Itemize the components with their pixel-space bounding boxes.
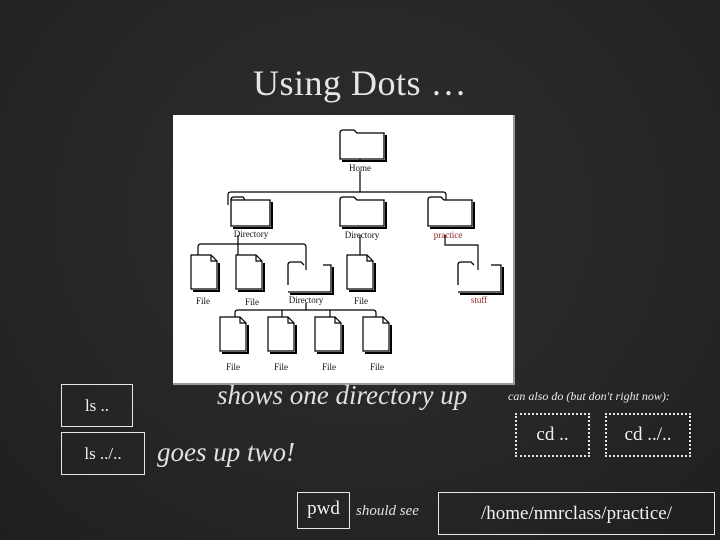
- command-text: ls ../..: [84, 443, 122, 463]
- node-file-label: File: [273, 362, 289, 372]
- node-file-label: File: [225, 362, 241, 372]
- command-text: ls ..: [84, 395, 110, 415]
- directory-tree-diagram: Home Directory Directory practice File F…: [173, 115, 515, 385]
- node-file-label: File: [369, 362, 385, 372]
- command-box-ls-up-one: ls ..: [61, 384, 133, 427]
- node-file-label: File: [244, 297, 260, 307]
- alt-command-cd-up-one: cd ..: [515, 413, 590, 457]
- note-text: can also do (but don't right now):: [508, 389, 670, 403]
- node-directory-label: Directory: [344, 230, 380, 240]
- command-description: goes up two!: [157, 437, 295, 467]
- node-directory-label: Directory: [233, 229, 269, 239]
- command-box-pwd: pwd: [297, 492, 350, 529]
- node-directory-label: Directory: [288, 295, 324, 305]
- node-practice-label: practice: [433, 230, 463, 240]
- alt-command-text: cd ../..: [624, 424, 672, 445]
- alt-command-text: cd ..: [536, 424, 569, 445]
- alt-command-cd-up-two: cd ../..: [605, 413, 691, 457]
- node-stuff-label: stuff: [470, 295, 488, 305]
- node-file-label: File: [321, 362, 337, 372]
- command-text: pwd: [307, 498, 340, 519]
- node-file-label: File: [195, 296, 211, 306]
- pwd-connector-text: should see: [356, 503, 419, 519]
- command-box-ls-up-two: ls ../..: [61, 432, 145, 475]
- pwd-result-text: /home/nmrclass/practice/: [481, 502, 672, 524]
- node-file-label: File: [353, 296, 369, 306]
- slide-title: Using Dots …: [252, 63, 468, 103]
- command-description: shows one directory up: [217, 380, 468, 410]
- pwd-result-box: /home/nmrclass/practice/: [438, 492, 715, 535]
- node-home-label: Home: [349, 163, 371, 173]
- tree-connectors: [190, 129, 504, 354]
